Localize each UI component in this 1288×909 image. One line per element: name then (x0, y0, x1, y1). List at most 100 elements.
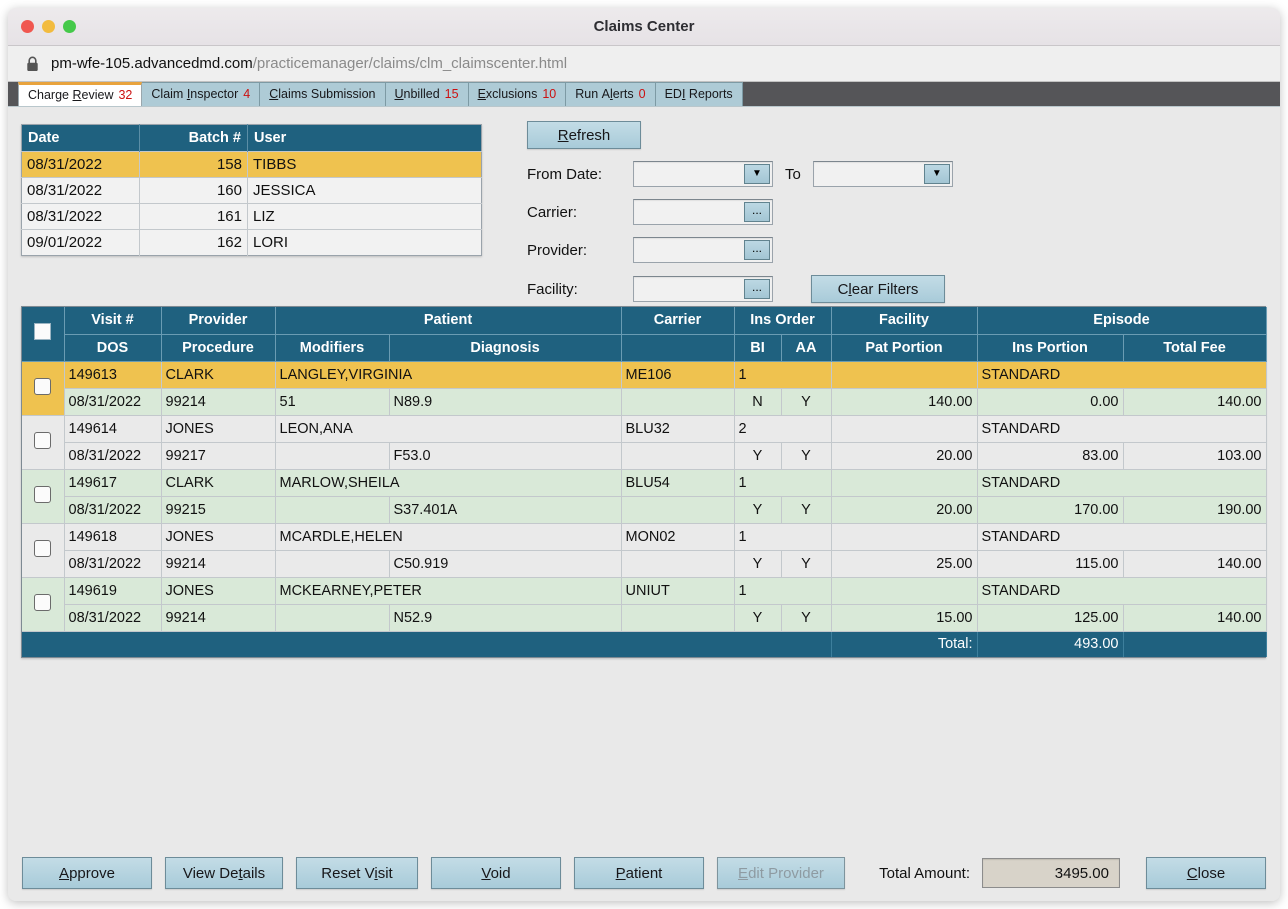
carrier-lookup-icon[interactable]: ... (744, 202, 770, 222)
facility-field[interactable]: ... (633, 276, 773, 302)
table-subrow[interactable]: 08/31/2022 99217 F53.0 Y Y 20.00 83.00 1… (22, 442, 1266, 469)
select-all-checkbox[interactable] (34, 323, 51, 340)
tab-claim-inspector[interactable]: Claim Inspector 4 (141, 82, 260, 106)
calendar-dropdown-icon[interactable]: ▼ (744, 164, 770, 184)
table-row[interactable]: 149617 CLARK MARLOW,SHEILA BLU54 1 STAND… (22, 469, 1266, 496)
row-checkbox[interactable] (34, 432, 51, 449)
cell-patient: MCARDLE,HELEN (275, 523, 621, 550)
to-date-field[interactable]: ▼ (813, 161, 953, 187)
table-row[interactable]: 149613 CLARK LANGLEY,VIRGINIA ME106 1 ST… (22, 361, 1266, 388)
patient-button[interactable]: Patient (574, 857, 704, 889)
grid-col-ins-order[interactable]: Ins Order (734, 307, 831, 334)
row-select-cell[interactable] (22, 577, 64, 631)
cell-facility (831, 469, 977, 496)
grid-col-aa[interactable]: AA (781, 334, 831, 361)
filter-row-carrier: Carrier: ... (527, 199, 1227, 225)
close-window-icon[interactable] (21, 20, 34, 33)
tab-unbilled[interactable]: Unbilled 15 (385, 82, 469, 106)
batch-col-user[interactable]: User (248, 125, 482, 152)
cell-provider: CLARK (161, 361, 275, 388)
table-subrow[interactable]: 08/31/2022 99215 S37.401A Y Y 20.00 170.… (22, 496, 1266, 523)
row-checkbox[interactable] (34, 486, 51, 503)
table-row[interactable]: 149618 JONES MCARDLE,HELEN MON02 1 STAND… (22, 523, 1266, 550)
refresh-button[interactable]: Refresh (527, 121, 641, 149)
batch-col-date[interactable]: Date (22, 125, 140, 152)
filter-row-from-date: From Date: ▼ To ▼ (527, 161, 1227, 187)
grid-header-row-2: DOS Procedure Modifiers Diagnosis BI AA … (22, 334, 1266, 361)
from-date-field[interactable]: ▼ (633, 161, 773, 187)
clear-filters-button[interactable]: Clear Filters (811, 275, 945, 303)
cell-dos: 08/31/2022 (64, 550, 161, 577)
tab-run-alerts[interactable]: Run Alerts0 (565, 82, 655, 106)
table-row[interactable]: 149614 JONES LEON,ANA BLU32 2 STANDARD (22, 415, 1266, 442)
batch-cell-user: JESSICA (248, 178, 482, 204)
grid-col-pat-portion[interactable]: Pat Portion (831, 334, 977, 361)
carrier-field[interactable]: ... (633, 199, 773, 225)
grid-col-episode[interactable]: Episode (977, 307, 1266, 334)
close-button[interactable]: Close (1146, 857, 1266, 889)
grid-col-diagnosis[interactable]: Diagnosis (389, 334, 621, 361)
maximize-window-icon[interactable] (63, 20, 76, 33)
grid-col-visit[interactable]: Visit # (64, 307, 161, 334)
grid-col-facility[interactable]: Facility (831, 307, 977, 334)
cell-ins-order: 1 (734, 577, 831, 604)
cell-dos: 08/31/2022 (64, 496, 161, 523)
grid-col-provider[interactable]: Provider (161, 307, 275, 334)
batch-row[interactable]: 08/31/2022 160 JESSICA (22, 178, 482, 204)
table-subrow[interactable]: 08/31/2022 99214 51 N89.9 N Y 140.00 0.0… (22, 388, 1266, 415)
batch-row[interactable]: 09/01/2022 162 LORI (22, 230, 482, 256)
batch-row[interactable]: 08/31/2022 158 TIBBS (22, 152, 482, 178)
grid-col-ins-portion[interactable]: Ins Portion (977, 334, 1123, 361)
browser-window: Claims Center pm-wfe-105.advancedmd.com/… (8, 8, 1280, 901)
tab-label: Unbilled (395, 88, 440, 101)
cell-episode: STANDARD (977, 577, 1266, 604)
grid-col-patient[interactable]: Patient (275, 307, 621, 334)
row-select-cell[interactable] (22, 361, 64, 415)
tab-count: 15 (445, 88, 459, 101)
row-select-cell[interactable] (22, 523, 64, 577)
select-all-header[interactable] (22, 307, 64, 361)
view-details-button[interactable]: View Details (165, 857, 283, 889)
provider-lookup-icon[interactable]: ... (744, 240, 770, 260)
cell-procedure: 99214 (161, 550, 275, 577)
tab-label: Claim Inspector (151, 88, 238, 101)
cell-facility (831, 415, 977, 442)
cell-pat-portion: 20.00 (831, 442, 977, 469)
cell-provider: JONES (161, 577, 275, 604)
tab-charge-review[interactable]: Charge Review32 (18, 82, 142, 106)
tab-exclusions[interactable]: Exclusions10 (468, 82, 567, 106)
batch-row[interactable]: 08/31/2022 161 LIZ (22, 204, 482, 230)
tab-count: 4 (243, 88, 250, 101)
batch-col-batch[interactable]: Batch # (140, 125, 248, 152)
void-button[interactable]: Void (431, 857, 561, 889)
table-subrow[interactable]: 08/31/2022 99214 C50.919 Y Y 25.00 115.0… (22, 550, 1266, 577)
row-checkbox[interactable] (34, 378, 51, 395)
tab-edi-reports[interactable]: EDI Reports (655, 82, 743, 106)
grid-col-procedure[interactable]: Procedure (161, 334, 275, 361)
row-checkbox[interactable] (34, 540, 51, 557)
grid-col-dos[interactable]: DOS (64, 334, 161, 361)
tab-claims-submission[interactable]: Claims Submission (259, 82, 385, 106)
row-select-cell[interactable] (22, 469, 64, 523)
grid-col-carrier[interactable]: Carrier (621, 307, 734, 334)
action-bar: Approve View Details Reset Visit Void Pa… (8, 857, 1280, 889)
minimize-window-icon[interactable] (42, 20, 55, 33)
approve-button[interactable]: Approve (22, 857, 152, 889)
provider-field[interactable]: ... (633, 237, 773, 263)
cell-dos: 08/31/2022 (64, 388, 161, 415)
url-bar[interactable]: pm-wfe-105.advancedmd.com/practicemanage… (8, 46, 1280, 82)
table-subrow[interactable]: 08/31/2022 99214 N52.9 Y Y 15.00 125.00 … (22, 604, 1266, 631)
reset-visit-button[interactable]: Reset Visit (296, 857, 418, 889)
batch-cell-date: 08/31/2022 (22, 178, 140, 204)
table-row[interactable]: 149619 JONES MCKEARNEY,PETER UNIUT 1 STA… (22, 577, 1266, 604)
grid-col-bi[interactable]: BI (734, 334, 781, 361)
row-checkbox[interactable] (34, 594, 51, 611)
cell-ins-order: 1 (734, 469, 831, 496)
grid-col-modifiers[interactable]: Modifiers (275, 334, 389, 361)
tab-label: EDI Reports (665, 88, 733, 101)
row-select-cell[interactable] (22, 415, 64, 469)
facility-lookup-icon[interactable]: ... (744, 279, 770, 299)
cell-bi: Y (734, 496, 781, 523)
calendar-dropdown-icon[interactable]: ▼ (924, 164, 950, 184)
grid-col-total-fee[interactable]: Total Fee (1123, 334, 1266, 361)
